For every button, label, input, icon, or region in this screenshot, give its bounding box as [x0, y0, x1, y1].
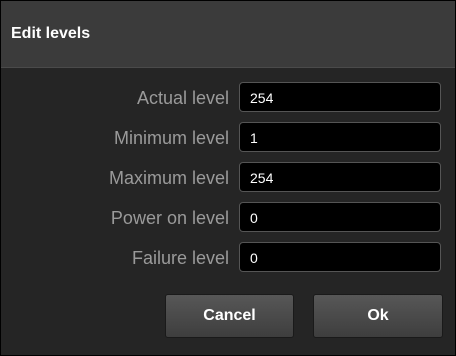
field-row-actual-level: Actual level 254: [1, 82, 455, 114]
dialog-body: Actual level 254 Minimum level 1 Maximum…: [1, 68, 455, 355]
field-row-failure-level: Failure level 0: [1, 242, 455, 274]
edit-levels-dialog: Edit levels Actual level 254 Minimum lev…: [0, 0, 456, 356]
minimum-level-label: Minimum level: [113, 128, 229, 148]
minimum-level-input[interactable]: 1: [239, 122, 441, 152]
maximum-level-input[interactable]: 254: [239, 162, 441, 192]
field-row-power-on-level: Power on level 0: [1, 202, 455, 234]
actual-level-label: Actual level: [136, 88, 229, 108]
field-row-maximum-level: Maximum level 254: [1, 162, 455, 194]
failure-level-input[interactable]: 0: [239, 242, 441, 272]
field-row-minimum-level: Minimum level 1: [1, 122, 455, 154]
dialog-title: Edit levels: [11, 25, 91, 42]
actual-level-input[interactable]: 254: [239, 82, 441, 112]
ok-button[interactable]: Ok: [313, 294, 443, 338]
failure-level-label: Failure level: [131, 248, 229, 268]
power-on-level-input[interactable]: 0: [239, 202, 441, 232]
dialog-titlebar[interactable]: Edit levels: [1, 1, 455, 68]
maximum-level-label: Maximum level: [108, 168, 229, 188]
power-on-level-label: Power on level: [110, 208, 229, 228]
cancel-button[interactable]: Cancel: [165, 294, 294, 338]
